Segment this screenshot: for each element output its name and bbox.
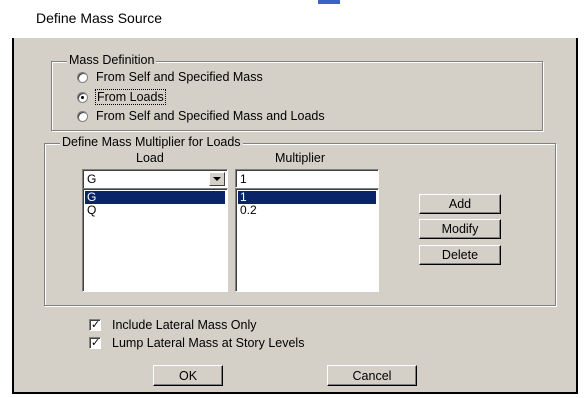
- list-item-multiplier-0-2[interactable]: 0.2: [238, 204, 376, 217]
- radio-from-self-specified[interactable]: From Self and Specified Mass: [77, 70, 263, 84]
- title-accent: [318, 0, 340, 4]
- multiplier-input[interactable]: 1: [235, 169, 379, 188]
- multiplier-list[interactable]: 1 0.2: [235, 188, 379, 292]
- load-column-header: Load: [136, 151, 164, 165]
- list-item-load-q[interactable]: Q: [85, 204, 225, 217]
- multiplier-input-value: 1: [240, 172, 247, 186]
- add-button[interactable]: Add: [419, 194, 501, 214]
- radio-label: From Self and Specified Mass: [96, 70, 263, 84]
- define-mass-source-dialog: Define Mass Source Mass Definition From …: [0, 0, 586, 398]
- load-list[interactable]: G Q: [82, 188, 228, 292]
- list-item-load-g[interactable]: G: [85, 191, 225, 204]
- load-combo[interactable]: G: [82, 169, 228, 189]
- radio-indicator: [77, 71, 88, 83]
- check-icon: ✓: [91, 337, 101, 349]
- modify-button[interactable]: Modify: [419, 219, 501, 239]
- multiplier-column-header: Multiplier: [275, 151, 326, 165]
- checkbox-box: ✓: [89, 319, 101, 331]
- ok-button[interactable]: OK: [153, 365, 223, 386]
- lump-lateral-mass-checkbox[interactable]: ✓ Lump Lateral Mass at Story Levels: [89, 336, 304, 350]
- include-lateral-mass-checkbox[interactable]: ✓ Include Lateral Mass Only: [89, 318, 257, 332]
- checkbox-label: Lump Lateral Mass at Story Levels: [112, 336, 305, 350]
- chevron-down-icon[interactable]: [209, 172, 225, 186]
- radio-from-loads[interactable]: From Loads: [77, 89, 166, 105]
- radio-indicator-selected: [77, 91, 88, 103]
- radio-indicator: [77, 110, 88, 122]
- mass-multiplier-legend: Define Mass Multiplier for Loads: [60, 135, 243, 149]
- title-bar: Define Mass Source: [0, 0, 586, 38]
- window-title: Define Mass Source: [36, 10, 163, 26]
- checkbox-box: ✓: [89, 337, 101, 349]
- dialog-body: Mass Definition From Self and Specified …: [12, 38, 578, 394]
- radio-label: From Self and Specified Mass and Loads: [96, 109, 325, 123]
- load-combo-value: G: [87, 172, 97, 186]
- delete-button[interactable]: Delete: [419, 245, 501, 265]
- list-item-multiplier-1[interactable]: 1: [238, 191, 376, 204]
- check-icon: ✓: [91, 319, 101, 331]
- checkbox-label: Include Lateral Mass Only: [112, 318, 257, 332]
- radio-from-self-specified-loads[interactable]: From Self and Specified Mass and Loads: [77, 109, 325, 123]
- cancel-button[interactable]: Cancel: [327, 365, 417, 386]
- radio-label: From Loads: [95, 89, 166, 105]
- mass-definition-legend: Mass Definition: [67, 53, 157, 67]
